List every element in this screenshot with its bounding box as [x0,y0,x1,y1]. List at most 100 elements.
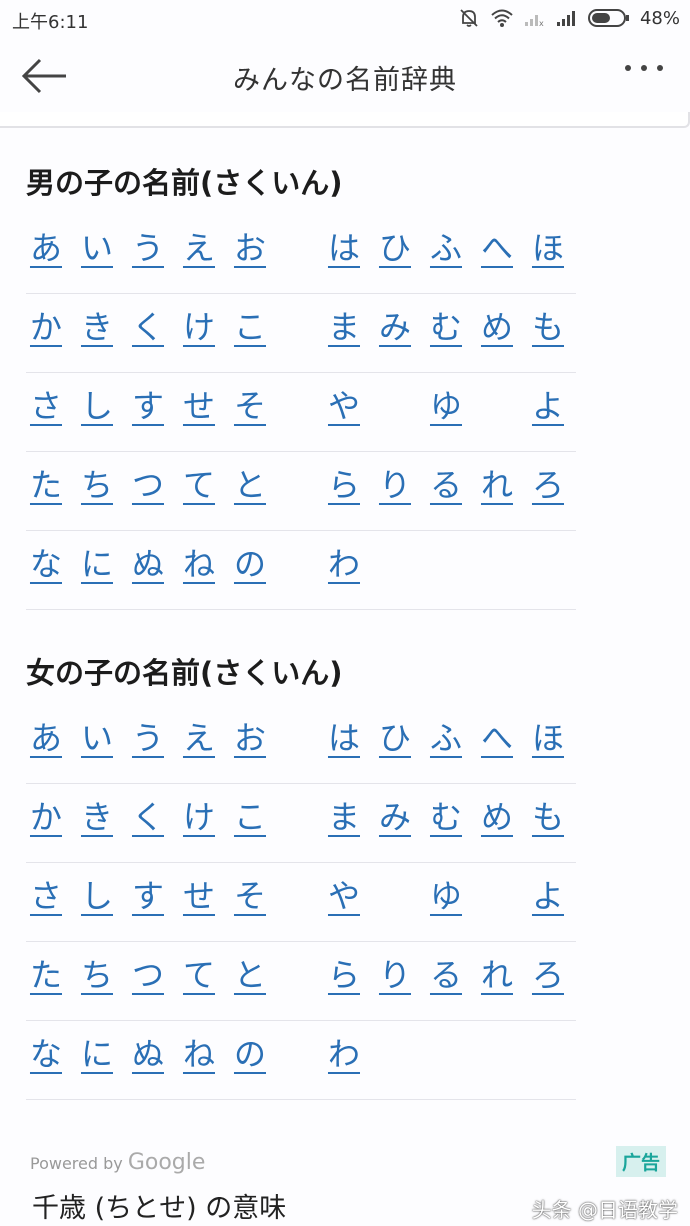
kana-link[interactable]: つ [128,950,168,996]
kana-link[interactable]: け [179,302,219,348]
kana-link[interactable]: と [230,460,270,506]
kana-link[interactable]: ま [324,792,364,838]
kana-link[interactable]: ね [179,539,219,585]
kana-link[interactable]: わ [324,539,364,585]
kana-link[interactable]: く [128,302,168,348]
kana-link[interactable]: ほ [528,713,568,759]
kana-link[interactable]: わ [324,1029,364,1075]
kana-link[interactable]: ひ [375,223,415,269]
kana-link[interactable]: ひ [375,713,415,759]
kana-link[interactable]: つ [128,460,168,506]
kana-link[interactable]: え [179,713,219,759]
kana-link[interactable]: る [426,950,466,996]
kana-link[interactable]: み [375,302,415,348]
kana-link[interactable]: は [324,713,364,759]
kana-link[interactable]: ね [179,1029,219,1075]
kana-link[interactable]: た [26,950,66,996]
kana-link[interactable]: り [375,950,415,996]
kana-link[interactable]: め [477,302,517,348]
kana-link[interactable]: く [128,792,168,838]
more-dots-icon [625,65,663,71]
ad-banner[interactable]: Powered by Google 广告 千歳 (ちとせ) の意味 头条 @日语… [0,1138,690,1226]
kana-link[interactable]: れ [477,950,517,996]
kana-row: かきくけこ まみむめも [26,784,576,863]
kana-link[interactable]: ち [77,950,117,996]
kana-link[interactable]: ら [324,460,364,506]
kana-link[interactable]: し [77,871,117,917]
kana-link[interactable]: さ [26,381,66,427]
kana-link[interactable]: て [179,950,219,996]
kana-link[interactable]: せ [179,871,219,917]
kana-link[interactable]: に [77,539,117,585]
kana-row: さしすせそ や ゆ よ [26,373,576,452]
kana-link[interactable]: に [77,1029,117,1075]
kana-link[interactable]: む [426,792,466,838]
kana-link[interactable]: ろ [528,460,568,506]
kana-link[interactable]: い [77,713,117,759]
kana-link[interactable]: い [77,223,117,269]
kana-link[interactable]: そ [230,381,270,427]
kana-link[interactable]: ぬ [128,539,168,585]
kana-link[interactable]: そ [230,871,270,917]
kana-link[interactable]: り [375,460,415,506]
kana-link[interactable]: う [128,713,168,759]
kana-link[interactable]: の [230,1029,270,1075]
kana-link[interactable]: こ [230,302,270,348]
kana-link[interactable]: え [179,223,219,269]
kana-link[interactable]: ら [324,950,364,996]
kana-link[interactable]: か [26,792,66,838]
kana-link[interactable]: ぬ [128,1029,168,1075]
kana-link[interactable]: ゆ [426,871,466,917]
kana-link[interactable]: の [230,539,270,585]
kana-link[interactable]: も [528,302,568,348]
kana-link[interactable]: ふ [426,223,466,269]
kana-link[interactable]: あ [26,713,66,759]
ad-badge: 广告 [615,1146,666,1177]
kana-link[interactable]: さ [26,871,66,917]
kana-link[interactable]: ふ [426,713,466,759]
kana-link[interactable]: へ [477,223,517,269]
kana-link[interactable]: き [77,302,117,348]
kana-link[interactable]: る [426,460,466,506]
kana-link[interactable]: お [230,713,270,759]
more-options-button[interactable] [622,56,666,86]
kana-link[interactable]: と [230,950,270,996]
kana-link[interactable]: へ [477,713,517,759]
kana-link[interactable]: め [477,792,517,838]
battery-percent: 48% [639,7,680,29]
kana-link[interactable]: ろ [528,950,568,996]
kana-link[interactable]: よ [528,871,568,917]
svg-text:x: x [539,19,544,27]
kana-link[interactable]: せ [179,381,219,427]
kana-link[interactable]: よ [528,381,568,427]
kana-link[interactable]: ま [324,302,364,348]
kana-link[interactable]: す [128,871,168,917]
kana-link[interactable]: き [77,792,117,838]
kana-link[interactable]: ほ [528,223,568,269]
ad-link-text[interactable]: 千歳 (ちとせ) の意味 [32,1186,286,1225]
kana-link[interactable]: み [375,792,415,838]
kana-link[interactable]: ゆ [426,381,466,427]
mute-bell-icon [458,7,480,29]
kana-link[interactable]: か [26,302,66,348]
kana-link[interactable]: あ [26,223,66,269]
kana-link[interactable]: た [26,460,66,506]
kana-link[interactable]: や [324,381,364,427]
kana-link[interactable]: な [26,539,66,585]
kana-link[interactable]: こ [230,792,270,838]
kana-link[interactable]: れ [477,460,517,506]
kana-link[interactable]: や [324,871,364,917]
kana-link[interactable]: お [230,223,270,269]
kana-link[interactable]: て [179,460,219,506]
kana-link[interactable]: う [128,223,168,269]
watermark: 头条 @日语教学 [531,1198,678,1222]
kana-link[interactable]: け [179,792,219,838]
kana-link[interactable]: ち [77,460,117,506]
kana-link[interactable]: も [528,792,568,838]
kana-link[interactable]: し [77,381,117,427]
kana-link[interactable]: は [324,223,364,269]
kana-link[interactable]: な [26,1029,66,1075]
kana-link[interactable]: む [426,302,466,348]
kana-link[interactable]: す [128,381,168,427]
page-title: みんなの名前辞典 [233,65,457,96]
